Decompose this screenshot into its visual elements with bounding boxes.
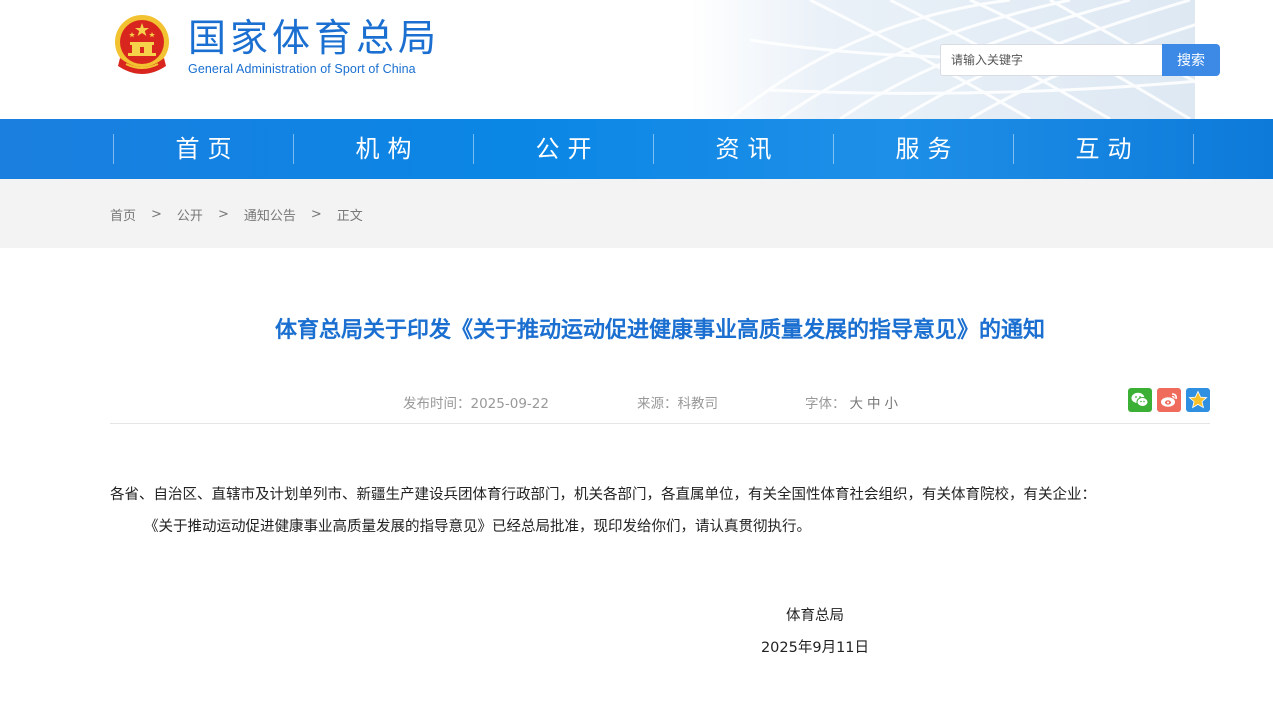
article-recipients: 各省、自治区、直辖市及计划单列市、新疆生产建设兵团体育行政部门，机关各部门，各直… [110, 487, 1096, 503]
meta-divider [110, 423, 1210, 424]
search-button[interactable]: 搜索 [1162, 44, 1220, 76]
breadcrumb-home[interactable]: 首页 [110, 205, 136, 224]
article-meta: 发布时间：2025-09-22 来源：科教司 字体：大中小 [403, 392, 898, 412]
article-sign-date: 2025年9月11日 [760, 640, 870, 656]
article-paragraph: 《关于推动运动促进健康事业高质量发展的指导意见》已经总局批准，现印发给你们，请认… [144, 519, 811, 535]
weibo-icon[interactable] [1157, 388, 1181, 412]
nav-item-interaction[interactable]: 互动 [1014, 134, 1194, 164]
main-nav: 首页 机构 公开 资讯 服务 互动 [0, 119, 1273, 179]
publish-date: 2025-09-22 [470, 396, 549, 412]
article-title: 体育总局关于印发《关于推动运动促进健康事业高质量发展的指导意见》的通知 [274, 318, 1045, 343]
share-bar [1128, 388, 1210, 412]
breadcrumb: 首页 > 公开 > 通知公告 > 正文 [0, 179, 1273, 248]
nav-item-home[interactable]: 首页 [114, 134, 294, 164]
search-box: 搜索 [940, 44, 1220, 76]
article-body: 各省、自治区、直辖市及计划单列市、新疆生产建设兵团体育行政部门，机关各部门，各直… [110, 479, 1220, 543]
publish-label: 发布时间： [403, 396, 471, 412]
logo-subtitle: General Administration of Sport of China [188, 62, 416, 76]
search-input[interactable] [940, 44, 1162, 76]
font-size-large[interactable]: 大 [850, 396, 864, 412]
nav-item-services[interactable]: 服务 [834, 134, 1014, 164]
logo-title: 国家体育总局 [188, 16, 441, 60]
source-value: 科教司 [677, 396, 719, 412]
source-label: 来源： [637, 396, 678, 412]
nav-item-disclosure[interactable]: 公开 [474, 134, 654, 164]
breadcrumb-separator: > [217, 207, 229, 222]
national-emblem-icon [115, 15, 169, 74]
nav-item-organization[interactable]: 机构 [294, 134, 474, 164]
font-size-label: 字体： [805, 396, 846, 412]
nav-item-news[interactable]: 资讯 [654, 134, 834, 164]
favorite-icon[interactable] [1186, 388, 1210, 412]
font-size-medium[interactable]: 中 [867, 396, 881, 412]
breadcrumb-separator: > [310, 207, 322, 222]
breadcrumb-current: 正文 [336, 209, 363, 224]
article-signature: 体育总局 [786, 608, 844, 624]
wechat-icon[interactable] [1128, 388, 1152, 412]
breadcrumb-separator: > [151, 207, 162, 222]
font-size-small[interactable]: 小 [885, 396, 899, 412]
site-header: 国家体育总局 General Administration of Sport o… [0, 0, 1273, 119]
site-logo[interactable]: 国家体育总局 General Administration of Sport o… [110, 12, 440, 80]
breadcrumb-disclosure[interactable]: 公开 [177, 205, 203, 224]
breadcrumb-notices[interactable]: 通知公告 [244, 205, 296, 224]
